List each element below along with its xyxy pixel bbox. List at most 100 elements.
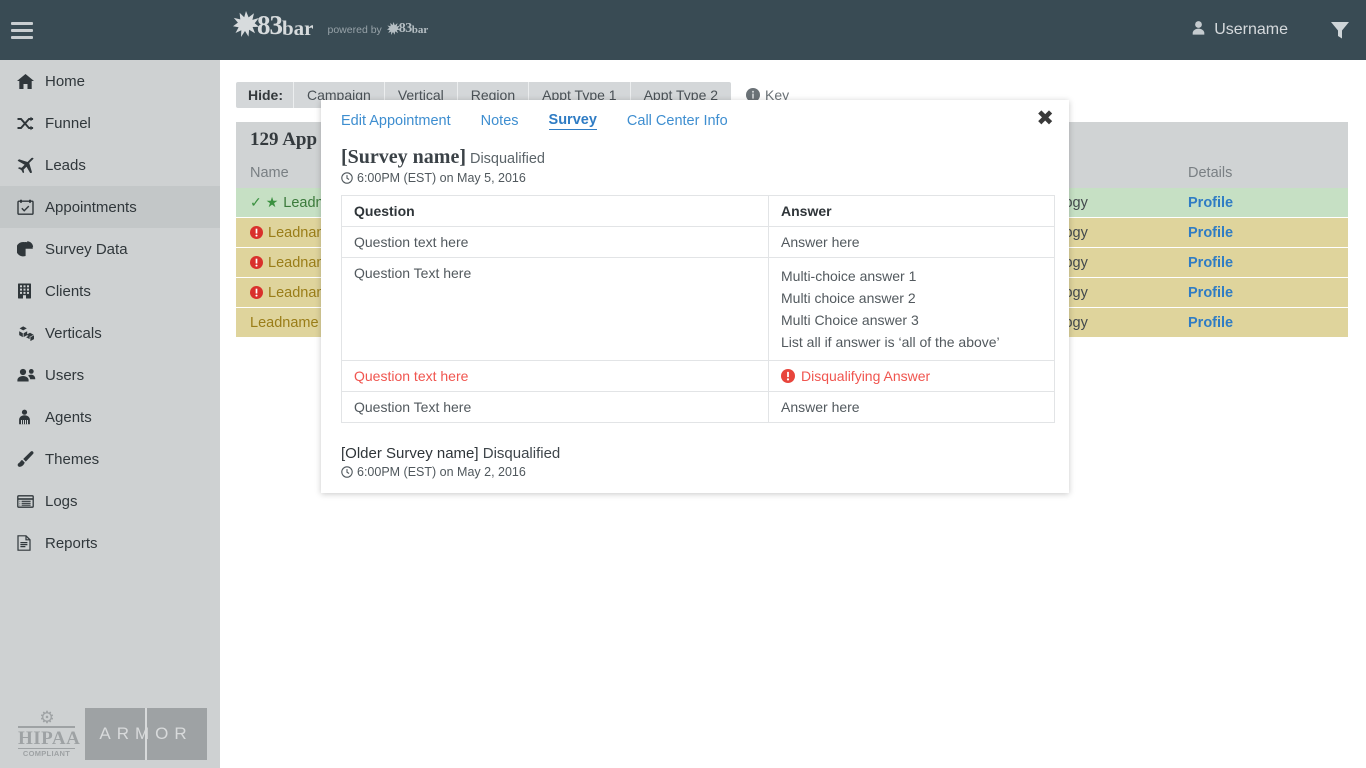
warning-icon [250,226,263,239]
sidebar-label: Home [45,72,86,90]
building-icon [17,283,43,299]
profile-link[interactable]: Profile [1188,315,1233,331]
users-icon [17,368,43,382]
sidebar-item-appointments[interactable]: Appointments [0,186,220,228]
answer-option: Multi Choice answer 3 [781,312,919,328]
sidebar-item-users[interactable]: Users [0,354,220,396]
answer-cell: Answer here [768,226,1055,258]
sidebar-item-themes[interactable]: Themes [0,438,220,480]
cubes-icon [17,325,43,341]
hipaa-sub-label: COMPLIANT [18,747,75,758]
answer-cell: Multi-choice answer 1 Multi choice answe… [768,257,1055,361]
sidebar-item-funnel[interactable]: Funnel [0,102,220,144]
sidebar-label: Funnel [45,114,91,132]
profile-link[interactable]: Profile [1188,225,1233,241]
sidebar-label: Verticals [45,324,102,342]
survey-table-row: Question Text here Multi-choice answer 1… [341,257,1055,361]
cell-details: Profile [1176,195,1348,211]
home-icon [17,73,43,89]
answer-option: List all if answer is ‘all of the above’ [781,334,1000,350]
logo-word: bar [282,16,314,40]
older-survey-name: [Older Survey name] [341,445,479,462]
sidebar-label: Users [45,366,85,384]
survey-table-header: Question Answer [341,195,1055,227]
survey-modal: ✖ Edit Appointment Notes Survey Call Cen… [321,100,1069,493]
answer-cell: Disqualifying Answer [768,360,1055,392]
powered-by-text: powered by [327,24,382,36]
sidebar-item-clients[interactable]: Clients [0,270,220,312]
caduceus-icon: ⚙ [39,707,54,727]
sidebar-label: Reports [45,534,98,552]
sidebar-item-logs[interactable]: Logs [0,480,220,522]
close-icon[interactable]: ✖ [1036,108,1054,129]
warning-icon [781,369,795,383]
pie-chart-icon [17,241,43,257]
question-cell: Question Text here [341,391,769,423]
sidebar-label: Survey Data [45,240,128,258]
warning-icon [250,286,263,299]
logo-83bar: 83 bar [233,11,314,39]
disqualifying-answer-label: Disqualifying Answer [801,368,931,384]
document-icon [17,535,43,551]
powered-logo-number: 83 [398,21,413,36]
star-icon: ★ [265,194,279,210]
sidebar-item-agents[interactable]: Agents [0,396,220,438]
older-survey-title[interactable]: [Older Survey name] Disqualified [341,445,1069,462]
starburst-small-icon [386,22,400,36]
armor-badge: ARMOR [85,708,207,760]
tab-notes[interactable]: Notes [481,113,519,129]
sidebar-item-reports[interactable]: Reports [0,522,220,564]
sidebar: Home Funnel Leads Appointments Survey Da… [0,60,220,768]
question-cell: Question text here [341,226,769,258]
survey-name: [Survey name] [341,146,466,168]
cell-details: Profile [1176,315,1348,331]
user-icon [1191,20,1206,41]
cell-details: Profile [1176,255,1348,271]
sidebar-item-survey-data[interactable]: Survey Data [0,228,220,270]
lead-name: Leadnam [268,284,329,301]
older-survey-status: Disqualified [482,445,561,462]
hamburger-icon[interactable] [11,21,33,39]
list-icon [17,494,43,508]
modal-tabs: Edit Appointment Notes Survey Call Cente… [321,100,1069,130]
sidebar-label: Themes [45,450,100,468]
header-question: Question [341,195,769,227]
older-survey-time-label: 6:00PM (EST) on May 2, 2016 [357,465,526,479]
hipaa-badge: ⚙ HIPAA COMPLIANT [18,707,80,758]
app-root: 83 bar powered by 83 bar Username Home F… [0,0,1366,768]
question-cell: Question Text here [341,257,769,361]
shuffle-icon [17,116,43,131]
survey-timestamp: 6:00PM (EST) on May 5, 2016 [341,171,1069,185]
sidebar-label: Logs [45,492,78,510]
sidebar-item-home[interactable]: Home [0,60,220,102]
funnel-icon[interactable] [1330,0,1350,60]
brand-logo[interactable]: 83 bar powered by 83 bar [233,11,428,39]
hide-label: Hide: [248,87,283,103]
paintbrush-icon [17,451,43,467]
column-header-details: Details [1188,165,1233,181]
top-bar: 83 bar powered by 83 bar Username [0,0,1366,60]
profile-link[interactable]: Profile [1188,255,1233,271]
answer-cell: Answer here [768,391,1055,423]
warning-icon [250,256,263,269]
answer-option: Multi-choice answer 1 [781,268,917,284]
agent-icon [17,409,43,425]
calendar-check-icon [17,199,43,215]
lead-name: Leadname [250,314,319,331]
profile-link[interactable]: Profile [1188,195,1233,211]
sidebar-item-leads[interactable]: Leads [0,144,220,186]
tab-edit-appointment[interactable]: Edit Appointment [341,113,451,129]
user-menu[interactable]: Username [1191,0,1288,60]
survey-table-row: Question Text here Answer here [341,391,1055,423]
powered-logo-word: bar [411,24,429,36]
tab-survey[interactable]: Survey [548,112,597,130]
clock-icon [341,466,353,478]
profile-link[interactable]: Profile [1188,285,1233,301]
sidebar-item-verticals[interactable]: Verticals [0,312,220,354]
starburst-icon [233,11,259,39]
header-answer: Answer [768,195,1055,227]
tab-call-center-info[interactable]: Call Center Info [627,113,728,129]
survey-title: [Survey name] Disqualified [341,146,1069,169]
disqualifying-answer: Disqualifying Answer [781,368,1054,384]
clock-icon [341,172,353,184]
